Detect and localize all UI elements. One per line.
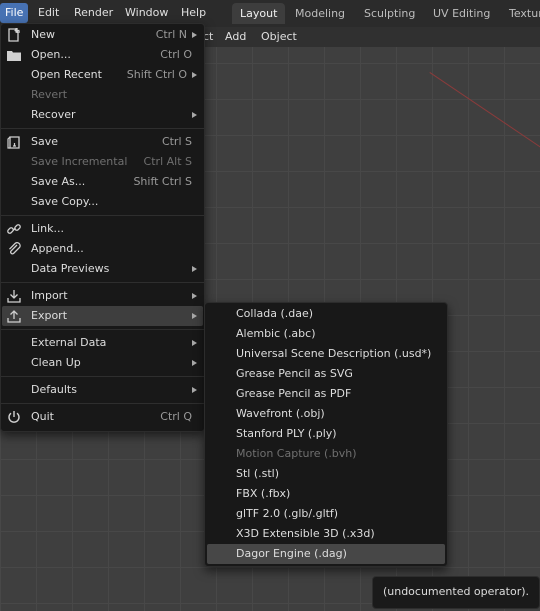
export-item-usd[interactable]: Universal Scene Description (.usd*) <box>205 344 447 364</box>
submenu-arrow-icon <box>192 32 197 38</box>
export-item-stanford-ply[interactable]: Stanford PLY (.ply) <box>205 424 447 444</box>
viewport-menu-object[interactable]: Object <box>261 27 297 47</box>
menu-separator <box>1 282 204 283</box>
menu-item-open[interactable]: Open... Ctrl O <box>1 45 204 65</box>
submenu-arrow-icon <box>192 387 197 393</box>
operator-tooltip: (undocumented operator). <box>372 576 540 609</box>
menu-item-save-as[interactable]: Save As... Shift Ctrl S <box>1 172 204 192</box>
menu-item-link[interactable]: Link... <box>1 219 204 239</box>
export-item-x3d[interactable]: X3D Extensible 3D (.x3d) <box>205 524 447 544</box>
export-item-fbx[interactable]: FBX (.fbx) <box>205 484 447 504</box>
menu-help[interactable]: Help <box>176 3 211 23</box>
export-item-dagor-engine[interactable]: Dagor Engine (.dag) <box>207 544 445 564</box>
submenu-arrow-icon <box>192 360 197 366</box>
menu-separator <box>1 329 204 330</box>
submenu-arrow-icon <box>192 313 197 319</box>
menu-separator <box>1 128 204 129</box>
menu-item-export[interactable]: Export <box>2 306 203 326</box>
menu-item-quit[interactable]: Quit Ctrl Q <box>1 407 204 427</box>
menu-item-save-copy[interactable]: Save Copy... <box>1 192 204 212</box>
paperclip-icon <box>6 241 22 257</box>
submenu-arrow-icon <box>192 112 197 118</box>
folder-icon <box>6 47 22 63</box>
export-item-alembic[interactable]: Alembic (.abc) <box>205 324 447 344</box>
menu-item-save-incremental: Save Incremental Ctrl Alt S <box>31 155 192 168</box>
menu-item-append[interactable]: Append... <box>1 239 204 259</box>
viewport-menu-add[interactable]: Add <box>225 27 246 47</box>
menu-separator <box>1 376 204 377</box>
export-item-collada[interactable]: Collada (.dae) <box>205 304 447 324</box>
tab-modeling[interactable]: Modeling <box>287 3 353 24</box>
tab-texture-paint[interactable]: Textur <box>501 3 540 24</box>
menu-item-new[interactable]: New Ctrl N <box>1 25 204 45</box>
menu-item-open-recent[interactable]: Open Recent Shift Ctrl O <box>1 65 204 85</box>
export-item-stl[interactable]: Stl (.stl) <box>205 464 447 484</box>
menu-item-recover[interactable]: Recover <box>1 105 204 125</box>
import-icon <box>6 288 22 304</box>
menu-item-clean-up[interactable]: Clean Up <box>1 353 204 373</box>
export-item-gltf[interactable]: glTF 2.0 (.glb/.gltf) <box>205 504 447 524</box>
menu-separator <box>1 403 204 404</box>
export-icon <box>6 308 22 324</box>
tab-layout[interactable]: Layout <box>232 3 286 24</box>
export-item-motion-capture: Motion Capture (.bvh) <box>236 447 357 460</box>
menu-item-data-previews[interactable]: Data Previews <box>1 259 204 279</box>
new-file-icon <box>6 27 22 43</box>
link-icon <box>6 221 22 237</box>
x-axis-line <box>429 72 540 168</box>
tab-sculpting[interactable]: Sculpting <box>356 3 423 24</box>
menu-separator <box>1 215 204 216</box>
submenu-arrow-icon <box>192 293 197 299</box>
menu-item-external-data[interactable]: External Data <box>1 333 204 353</box>
menu-file[interactable]: File <box>0 3 29 23</box>
submenu-arrow-icon <box>192 340 197 346</box>
menu-render[interactable]: Render <box>69 3 118 23</box>
submenu-arrow-icon <box>192 266 197 272</box>
export-item-grease-pencil-svg[interactable]: Grease Pencil as SVG <box>205 364 447 384</box>
menu-edit[interactable]: Edit <box>33 3 64 23</box>
menu-item-import[interactable]: Import <box>1 286 204 306</box>
export-item-grease-pencil-pdf[interactable]: Grease Pencil as PDF <box>205 384 447 404</box>
menu-item-defaults[interactable]: Defaults <box>1 380 204 400</box>
tab-uv-editing[interactable]: UV Editing <box>425 3 498 24</box>
submenu-arrow-icon <box>192 72 197 78</box>
save-icon <box>6 134 22 150</box>
power-icon <box>6 409 22 425</box>
menu-window[interactable]: Window <box>120 3 173 23</box>
menu-item-revert: Revert <box>31 88 68 101</box>
export-submenu: Collada (.dae) Alembic (.abc) Universal … <box>204 302 448 567</box>
menu-item-save[interactable]: Save Ctrl S <box>1 132 204 152</box>
export-item-wavefront[interactable]: Wavefront (.obj) <box>205 404 447 424</box>
file-menu: New Ctrl N Open... Ctrl O Open Recent Sh… <box>0 23 205 432</box>
